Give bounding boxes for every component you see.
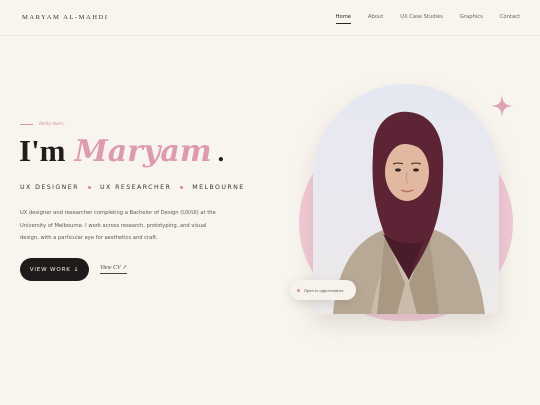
- availability-text: Open to opportunities: [304, 287, 344, 293]
- top-nav-bar: MARYAM AL-MAHDI Home About UX Case Studi…: [0, 0, 540, 36]
- greeting: Hello there,: [20, 121, 65, 127]
- status-dot: [297, 288, 300, 292]
- arrow-down-icon: ↓: [73, 266, 80, 273]
- role-list: UX DESIGNER UX RESEARCHER MELBOURNE: [20, 184, 245, 191]
- view-work-button[interactable]: VIEW WORK ↓: [20, 258, 89, 281]
- greeting-divider: [20, 123, 33, 125]
- greeting-text: Hello there,: [39, 121, 65, 127]
- main-nav: Home About UX Case Studies Graphics Cont…: [335, 14, 520, 24]
- role-separator-dot: [180, 186, 184, 189]
- role-ux-designer: UX DESIGNER: [20, 184, 79, 191]
- nav-graphics[interactable]: Graphics: [460, 14, 483, 24]
- hero-title-period: .: [217, 138, 225, 167]
- nav-ux-case-studies[interactable]: UX Case Studies: [400, 14, 443, 24]
- view-cv-link[interactable]: View CV ↗: [100, 264, 128, 274]
- role-ux-researcher: UX RESEARCHER: [99, 184, 172, 191]
- nav-about[interactable]: About: [368, 14, 383, 24]
- hero-title-name: Maryam: [74, 134, 212, 169]
- availability-badge: Open to opportunities: [290, 280, 356, 300]
- four-point-star-icon: [491, 95, 513, 117]
- hero-description: UX designer and researcher completing a …: [20, 210, 216, 241]
- brand-logo[interactable]: MARYAM AL-MAHDI: [22, 14, 108, 21]
- nav-contact[interactable]: Contact: [500, 14, 520, 24]
- role-separator-dot: [87, 186, 91, 189]
- view-work-label: VIEW WORK: [29, 266, 71, 273]
- role-location: MELBOURNE: [192, 184, 245, 191]
- hero-title-prefix: I'm: [19, 133, 66, 168]
- nav-home[interactable]: Home: [335, 14, 351, 24]
- hero-title: I'm Maryam .: [19, 133, 224, 177]
